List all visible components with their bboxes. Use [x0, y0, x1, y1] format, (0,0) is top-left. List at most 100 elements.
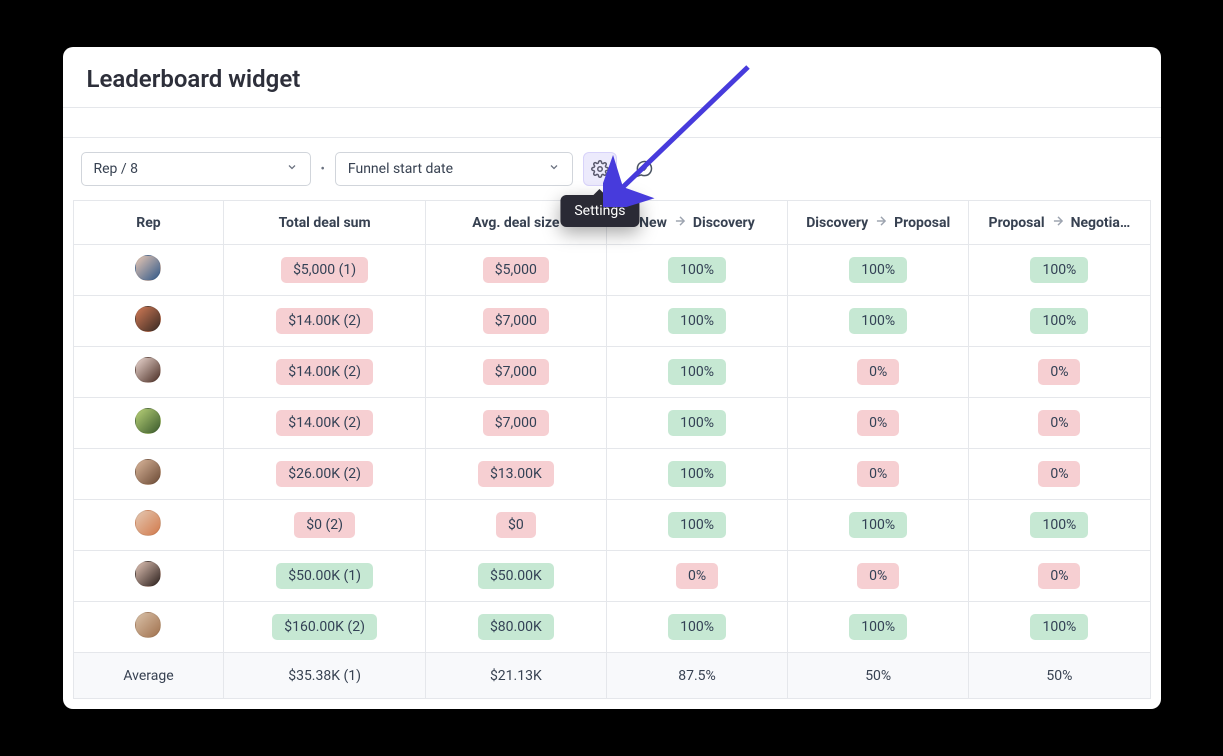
stage1-cell: 100% [606, 296, 787, 347]
avatar[interactable] [135, 612, 161, 638]
stage-pill: 0% [857, 359, 899, 385]
stage2-cell: 0% [788, 347, 969, 398]
total-cell: $14.00K (2) [224, 296, 425, 347]
stage2-cell: 100% [788, 602, 969, 653]
rep-cell [73, 245, 224, 296]
stage-from: New [639, 215, 667, 231]
settings-button[interactable]: Settings [583, 152, 617, 186]
stage1-cell: 100% [606, 245, 787, 296]
stage3-cell: 0% [969, 449, 1150, 500]
rep-cell [73, 602, 224, 653]
table-row: $26.00K (2) $13.00K 100% 0% 0% [73, 449, 1150, 500]
stage-pill: 100% [1030, 257, 1088, 283]
rep-cell [73, 449, 224, 500]
title-bar: Leaderboard widget [63, 47, 1161, 108]
stage-pill: 100% [668, 257, 726, 283]
avg-avgsize: $21.13K [425, 653, 606, 699]
avatar[interactable] [135, 306, 161, 332]
avg-pill: $7,000 [483, 359, 549, 385]
stage-pill: 0% [1038, 359, 1080, 385]
avg-cell: $50.00K [425, 551, 606, 602]
stage2-cell: 100% [788, 296, 969, 347]
rep-select[interactable]: Rep / 8 [81, 152, 311, 186]
avg-cell: $0 [425, 500, 606, 551]
stage3-cell: 0% [969, 347, 1150, 398]
page-title: Leaderboard widget [87, 65, 1137, 93]
stage-pill: 0% [1038, 461, 1080, 487]
avg-cell: $7,000 [425, 347, 606, 398]
funnel-start-select[interactable]: Funnel start date [335, 152, 573, 186]
table-row: $14.00K (2) $7,000 100% 100% 100% [73, 296, 1150, 347]
stage-pill: 100% [1030, 614, 1088, 640]
leaderboard-table: Rep Total deal sum Avg. deal size New Di… [73, 200, 1151, 699]
rep-cell [73, 551, 224, 602]
stage2-cell: 0% [788, 398, 969, 449]
stage-pill: 100% [1030, 512, 1088, 538]
total-pill: $50.00K (1) [276, 563, 373, 589]
header-stage-proposal-negotiation[interactable]: Proposal Negotia… [969, 201, 1150, 245]
avg-label: Average [73, 653, 224, 699]
stage-pill: 100% [849, 308, 907, 334]
settings-tooltip: Settings [560, 195, 639, 227]
toolbar: Rep / 8 • Funnel start date Settings [63, 138, 1161, 200]
stage1-cell: 100% [606, 449, 787, 500]
total-pill: $14.00K (2) [276, 359, 373, 385]
avatar[interactable] [135, 510, 161, 536]
stage-pill: 0% [857, 410, 899, 436]
feedback-button[interactable] [627, 152, 661, 186]
gear-icon [591, 160, 609, 178]
total-pill: $0 (2) [294, 512, 355, 538]
avg-pill: $13.00K [478, 461, 554, 487]
stage-pill: 0% [857, 563, 899, 589]
stage3-cell: 100% [969, 500, 1150, 551]
average-row: Average$35.38K (1)$21.13K87.5%50%50% [73, 653, 1150, 699]
total-cell: $26.00K (2) [224, 449, 425, 500]
avg-s3: 50% [969, 653, 1150, 699]
stage-from: Proposal [989, 215, 1045, 231]
stage1-cell: 100% [606, 398, 787, 449]
stage-pill: 100% [668, 308, 726, 334]
stage3-cell: 100% [969, 296, 1150, 347]
header-total[interactable]: Total deal sum [224, 201, 425, 245]
leaderboard-window: Leaderboard widget Rep / 8 • Funnel star… [63, 47, 1161, 709]
stage-pill: 0% [857, 461, 899, 487]
avg-pill: $50.00K [478, 563, 554, 589]
rep-cell [73, 500, 224, 551]
stage1-cell: 0% [606, 551, 787, 602]
total-cell: $0 (2) [224, 500, 425, 551]
rep-cell [73, 347, 224, 398]
total-cell: $14.00K (2) [224, 347, 425, 398]
arrow-right-icon [874, 214, 888, 232]
header-stage-discovery-proposal[interactable]: Discovery Proposal [788, 201, 969, 245]
stage-pill: 100% [849, 512, 907, 538]
stage2-cell: 0% [788, 449, 969, 500]
rep-select-value: Rep / 8 [94, 161, 139, 177]
total-pill: $14.00K (2) [276, 410, 373, 436]
total-pill: $160.00K (2) [272, 614, 377, 640]
rep-cell [73, 398, 224, 449]
heart-chat-icon [634, 159, 654, 179]
avg-cell: $13.00K [425, 449, 606, 500]
table-row: $14.00K (2) $7,000100% 0% 0% [73, 398, 1150, 449]
chevron-down-icon [286, 161, 298, 177]
avatar[interactable] [135, 561, 161, 587]
stage3-cell: 100% [969, 602, 1150, 653]
stage3-cell: 0% [969, 398, 1150, 449]
total-cell: $50.00K (1) [224, 551, 425, 602]
stage2-cell: 100% [788, 245, 969, 296]
stage-to: Proposal [894, 215, 950, 231]
avg-cell: $7,000 [425, 398, 606, 449]
stage3-cell: 0% [969, 551, 1150, 602]
avatar[interactable] [135, 255, 161, 281]
avg-pill: $7,000 [483, 308, 549, 334]
avatar[interactable] [135, 459, 161, 485]
avatar[interactable] [135, 357, 161, 383]
table-row: $5,000 (1)$5,000100%100%100% [73, 245, 1150, 296]
header-rep[interactable]: Rep [73, 201, 224, 245]
avatar[interactable] [135, 408, 161, 434]
arrow-right-icon [673, 214, 687, 232]
avg-cell: $7,000 [425, 296, 606, 347]
table-row: $0 (2)$0100%100%100% [73, 500, 1150, 551]
stage-pill: 100% [668, 614, 726, 640]
total-cell: $14.00K (2) [224, 398, 425, 449]
